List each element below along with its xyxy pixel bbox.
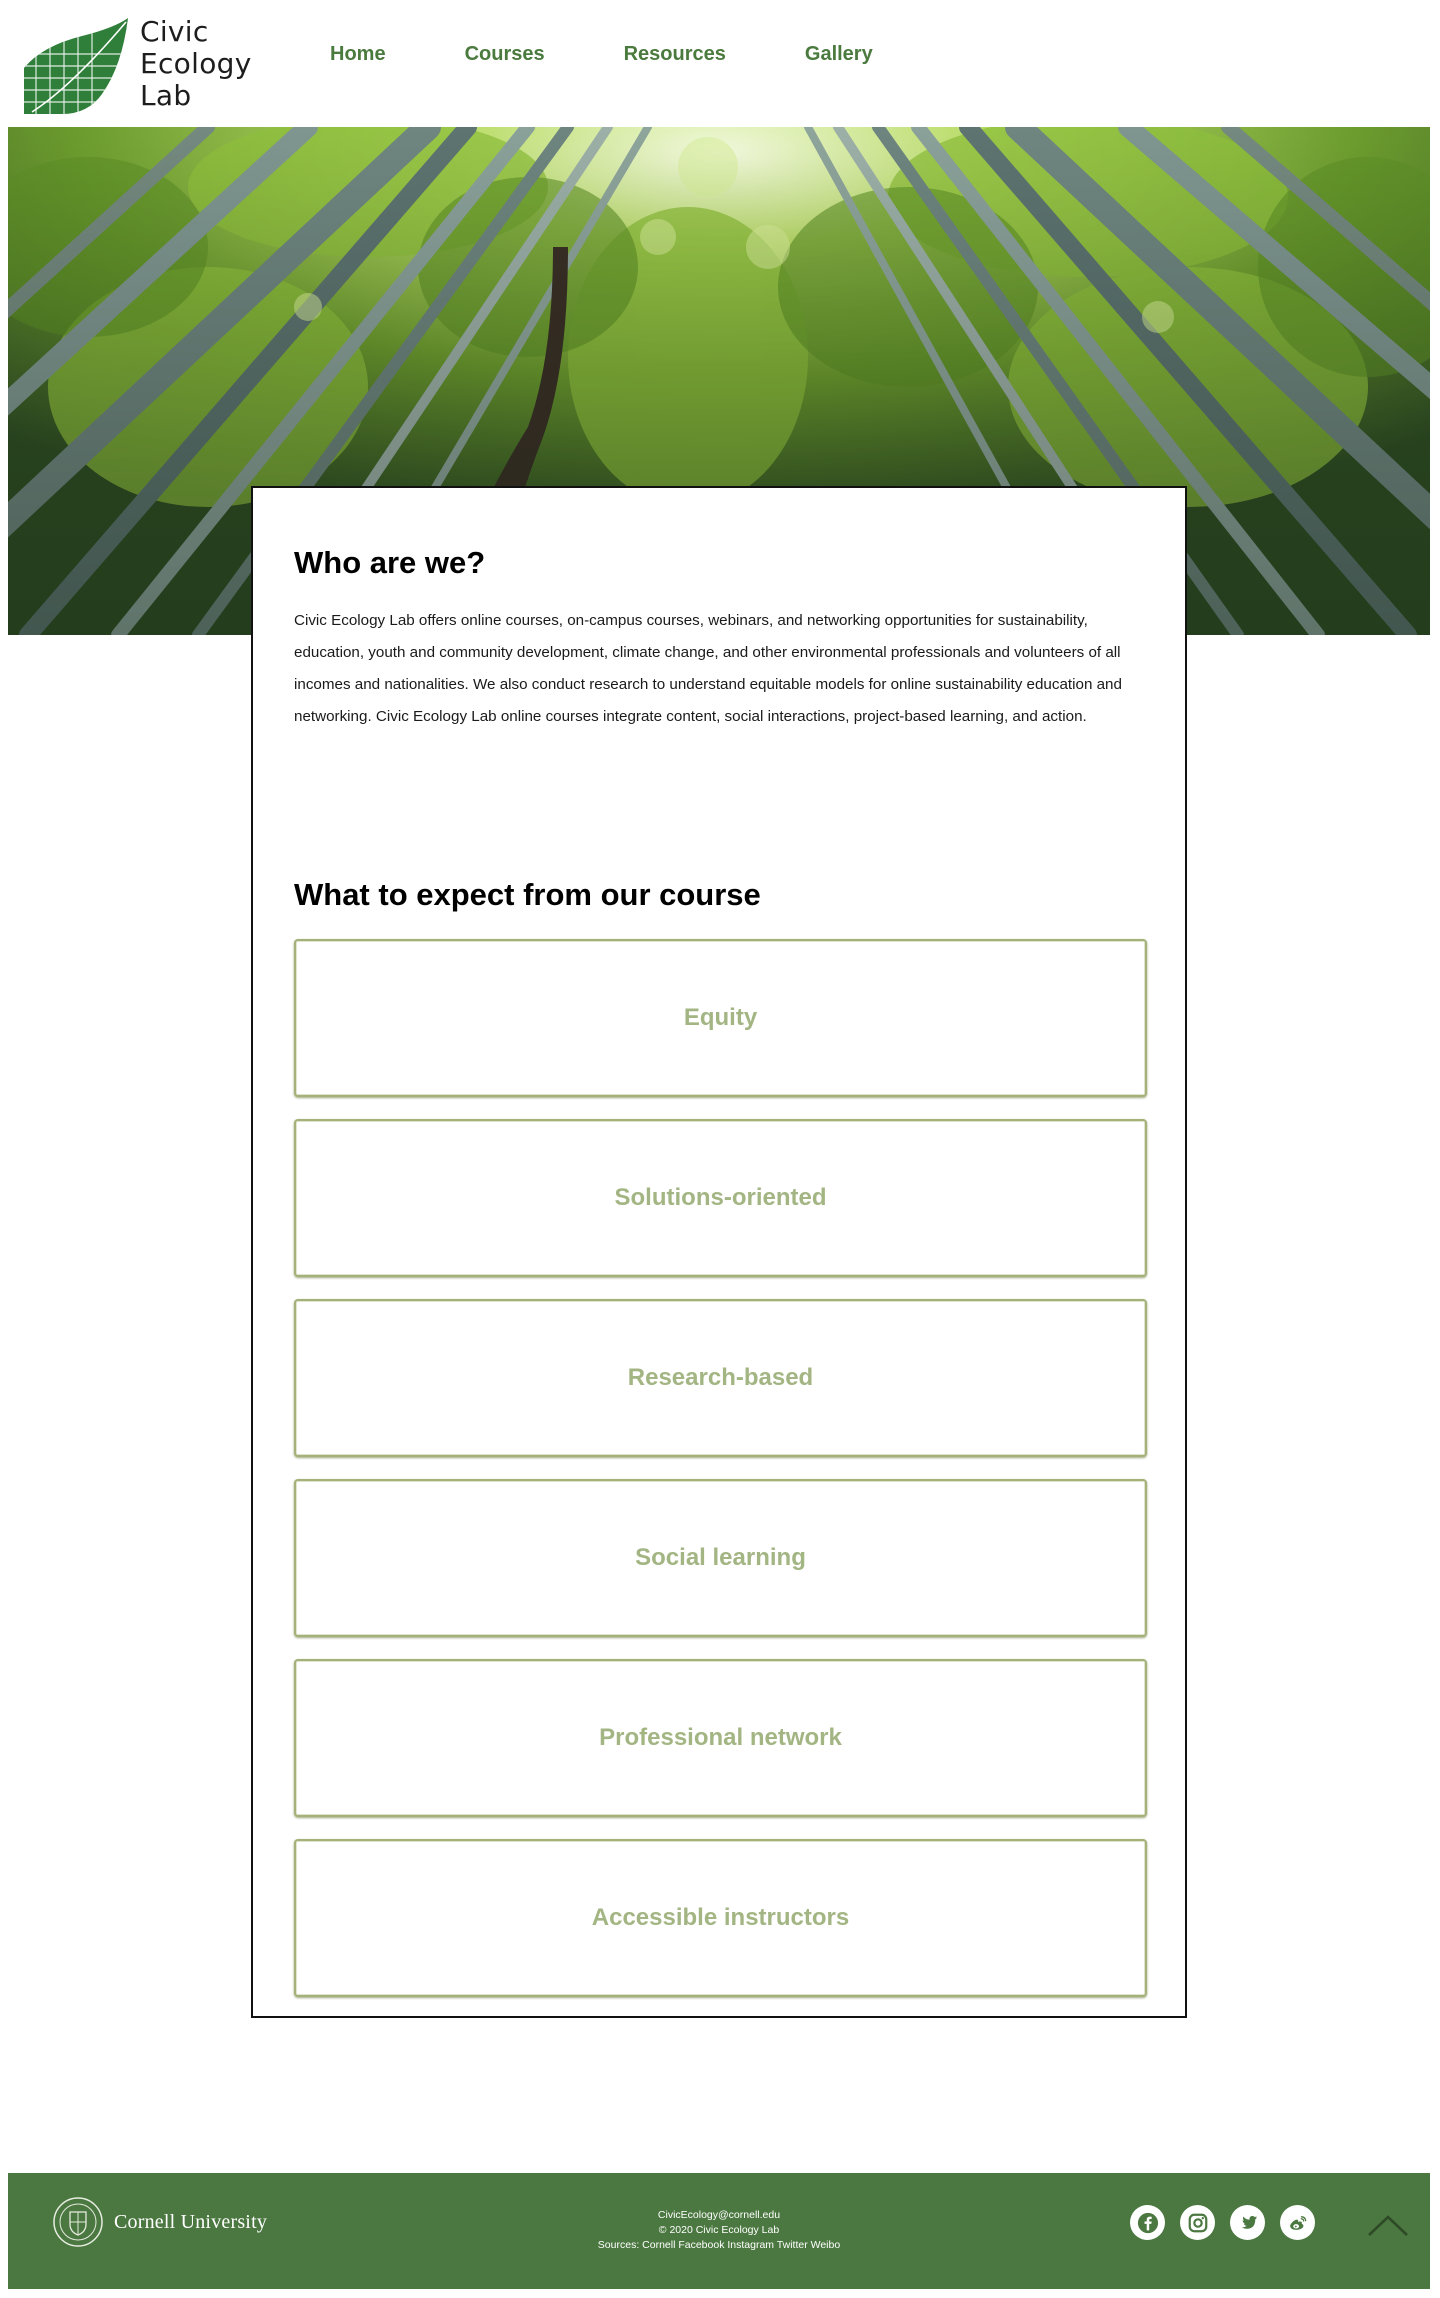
weibo-link[interactable]	[1280, 2205, 1315, 2240]
feature-label: Social learning	[635, 1544, 806, 1571]
nav-home[interactable]: Home	[330, 40, 386, 68]
about-text: Civic Ecology Lab offers online courses,…	[294, 612, 1122, 725]
feature-research-based[interactable]: Research-based	[294, 1299, 1147, 1457]
weibo-icon	[1289, 2215, 1306, 2230]
nav-courses[interactable]: Courses	[465, 40, 545, 68]
footer-sources: Sources: Cornell Facebook Instagram Twit…	[597, 2239, 841, 2251]
back-to-top-button[interactable]	[1366, 2209, 1410, 2239]
nav-gallery[interactable]: Gallery	[805, 40, 873, 68]
instagram-icon	[1188, 2213, 1207, 2232]
facebook-link[interactable]	[1130, 2205, 1165, 2240]
site-header: Civic Ecology Lab Home Courses Resources…	[0, 0, 1440, 127]
twitter-link[interactable]	[1230, 2205, 1265, 2240]
feature-solutions-oriented[interactable]: Solutions-oriented	[294, 1119, 1147, 1277]
brand-name: Civic Ecology Lab	[140, 16, 252, 112]
feature-professional-network[interactable]: Professional network	[294, 1659, 1147, 1817]
feature-label: Research-based	[627, 1364, 814, 1391]
brand-line-1: Civic	[140, 15, 209, 48]
facebook-icon	[1137, 2212, 1158, 2233]
nav-resources[interactable]: Resources	[624, 40, 726, 68]
feature-label: Accessible instructors	[591, 1904, 850, 1931]
main-nav: Home Courses Resources Gallery	[330, 40, 952, 68]
expect-title: What to expect from our course	[294, 877, 761, 912]
chevron-up-icon	[1368, 2215, 1408, 2236]
instagram-link[interactable]	[1180, 2205, 1215, 2240]
feature-equity[interactable]: Equity	[294, 939, 1147, 1097]
feature-accessible-instructors[interactable]: Accessible instructors	[294, 1839, 1147, 1997]
site-footer: Cornell University CivicEcology@cornell.…	[8, 2173, 1430, 2289]
about-title: Who are we?	[294, 545, 486, 580]
content-card: Who are we? Civic Ecology Lab offers onl…	[251, 486, 1187, 2018]
feature-label: Professional network	[599, 1724, 842, 1751]
feature-social-learning[interactable]: Social learning	[294, 1479, 1147, 1637]
brand-line-2: Ecology	[140, 47, 252, 80]
leaf-logo-icon	[24, 18, 128, 114]
feature-list: Equity Solutions-oriented Research-based…	[294, 939, 1147, 2019]
feature-label: Solutions-oriented	[614, 1184, 827, 1211]
feature-label: Equity	[683, 1004, 758, 1031]
twitter-icon	[1241, 2215, 1257, 2229]
site-logo[interactable]: Civic Ecology Lab	[22, 16, 252, 120]
brand-line-3: Lab	[140, 79, 192, 112]
social-links	[1130, 2205, 1315, 2240]
